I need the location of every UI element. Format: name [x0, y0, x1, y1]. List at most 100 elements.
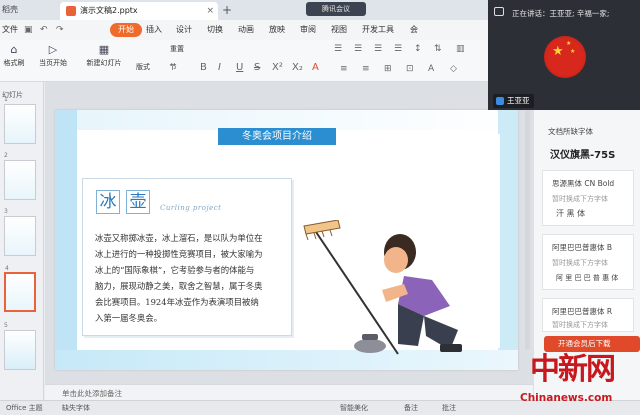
distribute-icon[interactable]: ≡ [362, 64, 370, 74]
participant-name: 王亚亚 [507, 96, 530, 105]
menu-home[interactable]: 开始 [110, 23, 142, 37]
user-icon [496, 97, 504, 105]
menu-slideshow[interactable]: 放映 [269, 20, 285, 40]
format-painter-label: 格式刷 [3, 59, 25, 67]
menu-file[interactable]: 文件 [2, 20, 18, 40]
new-slide-button[interactable]: ▦ 新建幻灯片 [82, 44, 126, 68]
slide-thumbnail-3[interactable]: 3 [4, 208, 36, 256]
font-card-2-name: 阿里巴巴普惠体 B [552, 243, 613, 252]
font-card-2-note: 暂时换成下方字体 [552, 259, 608, 267]
fonts-panel-header: 文档所缺字体 [548, 127, 593, 136]
theme-status[interactable]: Office 主题 [6, 403, 43, 413]
curling-player-illustration[interactable] [300, 220, 470, 360]
layout-button[interactable]: 版式 [132, 62, 154, 72]
slide-title[interactable]: 冬奥会项目介绍 [218, 128, 336, 145]
italic-button[interactable]: I [218, 62, 221, 73]
menu-design[interactable]: 设计 [176, 20, 192, 40]
meeting-pill[interactable]: 腾讯会议 [306, 2, 366, 16]
justify-icon[interactable]: ☰ [394, 44, 402, 54]
columns-icon[interactable]: ▥ [456, 44, 465, 54]
slide-thumbnail-1[interactable]: 1 [4, 96, 36, 144]
slide-thumbnail-5[interactable]: 5 [4, 322, 36, 370]
new-slide-label: 新建幻灯片 [86, 59, 122, 67]
body-line-3: 冰上的“国际象棋”，它考验参与者的体能与 [95, 265, 255, 275]
title-char-2[interactable]: 壶 [126, 190, 150, 214]
menu-transition[interactable]: 切换 [207, 20, 223, 40]
thumbnail-number: 1 [4, 96, 8, 103]
align-center-icon[interactable]: ☰ [354, 44, 362, 54]
underline-button[interactable]: U [236, 62, 243, 73]
missing-fonts-status[interactable]: 缺失字体 [62, 403, 90, 413]
notes-placeholder[interactable]: 单击此处添加备注 [62, 388, 122, 399]
save-icon[interactable]: ▣ [24, 20, 33, 40]
section-label: 节 [169, 63, 177, 71]
presentation-file-icon [66, 6, 76, 16]
font-card-3-note: 暂时换成下方字体 [552, 321, 608, 329]
play-current-button[interactable]: ▷ 当页开始 [36, 44, 70, 68]
menu-review[interactable]: 审阅 [300, 20, 316, 40]
speaking-indicator: 正在讲话：王亚亚; 辛福一家; [512, 9, 610, 18]
font-card-1-note: 暂时换成下方字体 [552, 195, 608, 203]
body-line-4: 脑力，展现动静之美，取舍之智慧，属于冬奥 [95, 281, 263, 291]
slide-thumbnail-2[interactable]: 2 [4, 152, 36, 200]
reset-button[interactable]: 重置 [162, 44, 192, 54]
slide-thumbnail-4-selected[interactable]: 4 [4, 265, 36, 312]
undo-icon[interactable]: ↶ [40, 20, 48, 40]
format-painter-button[interactable]: ⌂ 格式刷 [2, 44, 26, 68]
align-right-icon[interactable]: ☰ [374, 44, 382, 54]
english-subtitle[interactable]: Curling project [160, 204, 222, 212]
align-left-icon[interactable]: ☰ [334, 44, 342, 54]
close-icon[interactable]: × [206, 2, 214, 20]
slide-left-decoration [55, 110, 77, 370]
bold-button[interactable]: B [200, 62, 207, 73]
brush-icon: ⌂ [10, 43, 18, 56]
subscript-button[interactable]: X₂ [292, 62, 303, 73]
font-color-button[interactable]: A [312, 62, 319, 73]
shape-icon[interactable]: ◇ [450, 64, 457, 74]
comments-toggle-button[interactable]: 批注 [442, 403, 456, 413]
flag-star-icon: ★ [552, 44, 564, 59]
slide-top-decoration [55, 110, 518, 130]
arrange-icon[interactable]: ⊞ [384, 64, 392, 74]
body-line-1: 冰壶又称掷冰壶，冰上溜石，是以队为单位在 [95, 233, 263, 243]
body-line-5: 会比赛项目。1924年冰壶作为表演项目被纳 [95, 297, 259, 307]
flag-star-icon: ★ [566, 40, 572, 47]
strikethrough-button[interactable]: S [254, 62, 260, 73]
align-justify-icon[interactable]: ≡ [340, 64, 348, 74]
smart-beautify-button[interactable]: 智能美化 [340, 403, 368, 413]
title-char-1[interactable]: 冰 [96, 190, 120, 214]
avatar: ★ ★ ★ [544, 36, 586, 78]
redo-icon[interactable]: ↷ [56, 20, 64, 40]
watermark-url: Chinanews.com [520, 392, 613, 404]
menu-developer[interactable]: 开发工具 [362, 20, 394, 40]
menu-insert[interactable]: 插入 [146, 20, 162, 40]
line-spacing-icon[interactable]: ↕ [414, 44, 422, 54]
textbox-icon[interactable]: A [428, 64, 434, 74]
font-card-1-sample: 汗 黑 体 [556, 209, 586, 218]
participant-name-tag: 王亚亚 [493, 94, 534, 108]
thumbnail-number: 5 [4, 322, 8, 329]
menu-animation[interactable]: 动画 [238, 20, 254, 40]
play-icon: ▷ [48, 43, 58, 56]
document-tab-title: 演示文稿2.pptx [80, 6, 138, 15]
section-button[interactable]: 节 [162, 62, 184, 72]
document-tab[interactable]: 演示文稿2.pptx × [60, 2, 218, 20]
superscript-button[interactable]: X² [272, 62, 283, 73]
text-direction-icon[interactable]: ⇅ [434, 44, 442, 54]
menu-view[interactable]: 视图 [331, 20, 347, 40]
convert-icon[interactable]: ⊡ [406, 64, 414, 74]
canvas-vertical-scrollbar[interactable] [525, 110, 530, 350]
missing-font-1[interactable]: 汉仪旗黑-75S [550, 146, 615, 161]
layout-label: 版式 [136, 63, 150, 71]
font-card-2-sample: 阿 里 巴 巴 普 惠 体 [556, 274, 619, 282]
body-line-6: 入第一届冬奥会。 [95, 313, 162, 323]
menu-meeting[interactable]: 会 [410, 20, 418, 40]
add-tab-button[interactable]: + [222, 0, 232, 20]
camera-icon [494, 7, 504, 16]
font-card-3-name: 阿里巴巴普惠体 R [552, 307, 613, 316]
watermark-logo: 中新网 [530, 352, 616, 387]
play-current-label: 当页开始 [39, 59, 67, 67]
notes-toggle-button[interactable]: 备注 [404, 403, 418, 413]
body-line-2: 冰上进行的一种投掷性竞赛项目，被大家喻为 [95, 249, 263, 259]
home-tab[interactable]: 稻壳 [0, 0, 22, 20]
